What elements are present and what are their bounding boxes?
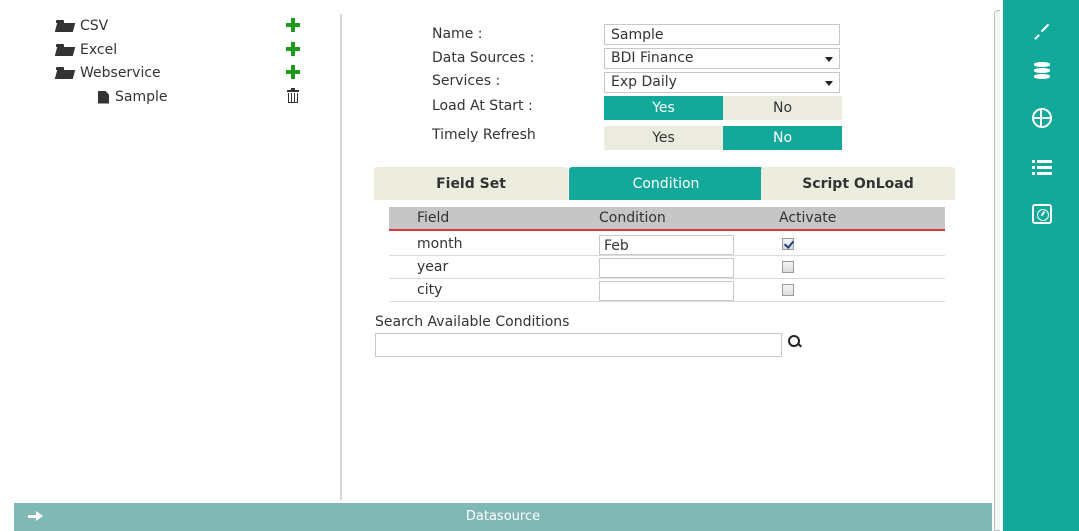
timely-refresh-no-button[interactable]: No bbox=[723, 126, 842, 150]
tree-item-csv[interactable]: CSV bbox=[56, 15, 108, 37]
datasources-label: Data Sources : bbox=[432, 50, 535, 66]
search-icon[interactable] bbox=[788, 335, 802, 349]
folder-open-icon bbox=[56, 44, 74, 56]
list-icon[interactable] bbox=[1032, 158, 1052, 178]
activate-checkbox[interactable] bbox=[782, 284, 794, 296]
file-icon bbox=[98, 90, 109, 104]
add-icon[interactable] bbox=[286, 65, 300, 79]
services-select[interactable]: Exp Daily bbox=[604, 72, 840, 93]
condition-input[interactable] bbox=[599, 258, 734, 278]
search-conditions-label: Search Available Conditions bbox=[375, 314, 570, 330]
column-header-field: Field bbox=[417, 210, 450, 226]
add-icon[interactable] bbox=[286, 18, 300, 32]
globe-icon[interactable] bbox=[1032, 108, 1052, 128]
load-at-start-toggle: Yes No bbox=[604, 96, 842, 120]
tree-item-label: Sample bbox=[115, 89, 168, 105]
gauge-icon[interactable] bbox=[1032, 204, 1052, 224]
services-label: Services : bbox=[432, 73, 501, 89]
load-at-start-no-button[interactable]: No bbox=[723, 96, 842, 120]
conditions-table-header: Field Condition Activate bbox=[389, 207, 945, 231]
timely-refresh-label: Timely Refresh bbox=[432, 127, 536, 143]
tree-item-excel[interactable]: Excel bbox=[56, 39, 117, 61]
tree-item-label: CSV bbox=[80, 18, 109, 34]
condition-input[interactable]: Feb bbox=[599, 235, 734, 255]
table-row: month Feb bbox=[389, 233, 945, 256]
condition-input[interactable] bbox=[599, 281, 734, 301]
database-icon[interactable] bbox=[1032, 62, 1052, 82]
tree-item-label: Webservice bbox=[80, 65, 161, 81]
bottom-bar: Datasource bbox=[14, 503, 992, 531]
load-at-start-yes-button[interactable]: Yes bbox=[604, 96, 723, 120]
tab-condition[interactable]: Condition bbox=[569, 167, 763, 200]
tab-script-onload[interactable]: Script OnLoad bbox=[761, 167, 955, 200]
search-conditions-input[interactable] bbox=[375, 333, 782, 357]
field-name: year bbox=[417, 259, 449, 275]
datasources-selected-value: BDI Finance bbox=[611, 50, 694, 66]
tree-item-webservice[interactable]: Webservice bbox=[56, 62, 161, 84]
name-label: Name : bbox=[432, 26, 483, 42]
panel-divider bbox=[340, 14, 342, 500]
bottom-bar-title: Datasource bbox=[465, 509, 541, 524]
load-at-start-label: Load At Start : bbox=[432, 98, 533, 114]
folder-open-icon bbox=[56, 20, 74, 32]
timely-refresh-toggle: Yes No bbox=[604, 126, 842, 150]
field-name: city bbox=[417, 282, 443, 298]
tree-item-label: Excel bbox=[80, 42, 118, 58]
column-header-condition: Condition bbox=[599, 210, 666, 226]
activate-checkbox[interactable] bbox=[782, 261, 794, 273]
datasources-select[interactable]: BDI Finance bbox=[604, 48, 840, 69]
folder-open-icon bbox=[56, 67, 74, 79]
timely-refresh-yes-button[interactable]: Yes bbox=[604, 126, 723, 150]
field-name: month bbox=[417, 236, 463, 252]
chevron-down-icon bbox=[825, 81, 833, 86]
name-field[interactable]: Sample bbox=[604, 24, 840, 45]
datasource-tree: CSV Excel Webservice Sample bbox=[0, 0, 340, 503]
chevron-down-icon bbox=[825, 57, 833, 62]
table-row: city bbox=[389, 279, 945, 302]
services-selected-value: Exp Daily bbox=[611, 74, 677, 90]
tree-item-sample[interactable]: Sample bbox=[98, 86, 168, 108]
trash-icon[interactable] bbox=[287, 88, 299, 103]
table-row: year bbox=[389, 256, 945, 279]
column-header-activate: Activate bbox=[779, 210, 837, 226]
activate-checkbox[interactable] bbox=[782, 238, 794, 250]
expand-icon[interactable] bbox=[1032, 24, 1052, 44]
rail-edge bbox=[994, 10, 1000, 531]
tab-field-set[interactable]: Field Set bbox=[374, 167, 568, 200]
add-icon[interactable] bbox=[286, 42, 300, 56]
